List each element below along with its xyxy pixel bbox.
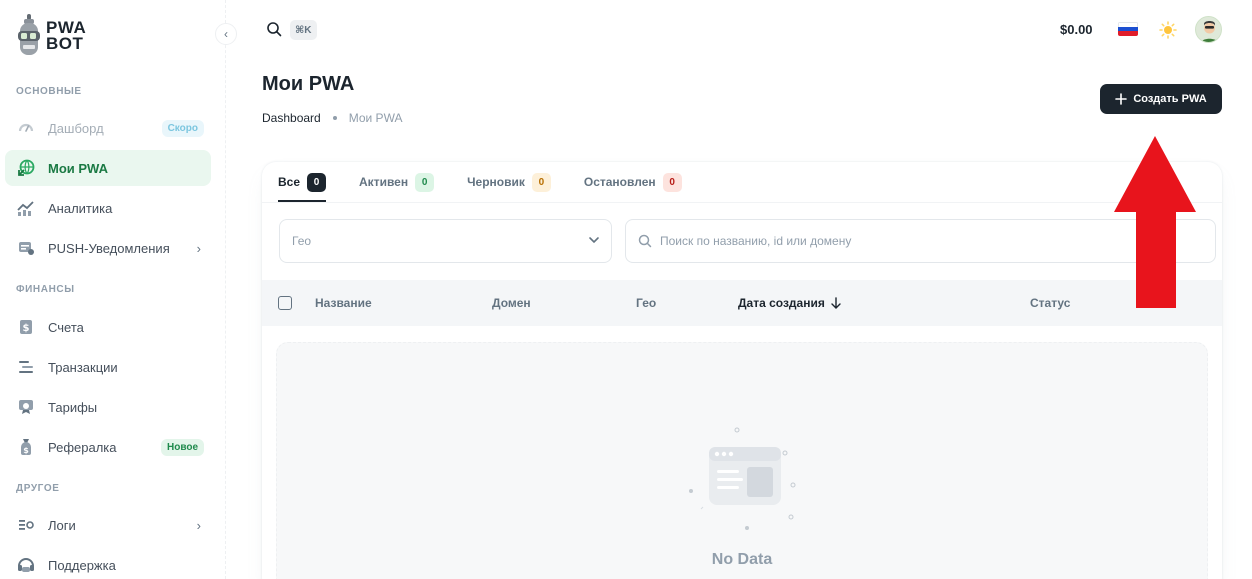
page-title: Мои PWA	[262, 73, 355, 95]
tab-count: 0	[531, 172, 551, 192]
search-shortcut-badge[interactable]: ⌘K	[290, 20, 317, 40]
sidebar-item-logs[interactable]: Логи ›	[5, 507, 211, 543]
sidebar-item-invoices[interactable]: $ Счета	[5, 309, 211, 345]
sidebar-item-referral[interactable]: $ Рефералка Новое	[5, 429, 211, 465]
brand-name: PWA BOT	[46, 19, 86, 53]
create-pwa-button[interactable]: Создать PWA	[1100, 84, 1222, 114]
section-title-finance: ФИНАНСЫ	[16, 284, 75, 295]
search-placeholder: Поиск по названию, id или домену	[660, 234, 852, 248]
geo-select[interactable]: Гео	[279, 219, 612, 263]
tab-label: Остановлен	[583, 175, 656, 189]
sidebar-item-label: Счета	[48, 319, 84, 335]
notification-icon	[17, 239, 35, 257]
sidebar-item-support[interactable]: Поддержка	[5, 547, 211, 579]
sidebar-item-label: Тарифы	[48, 399, 98, 415]
breadcrumb-dashboard[interactable]: Dashboard	[262, 111, 321, 125]
sidebar-item-tariffs[interactable]: Тарифы	[5, 389, 211, 425]
invoice-icon: $	[17, 318, 35, 336]
chevron-down-icon	[589, 237, 599, 244]
referral-icon: $	[17, 438, 35, 456]
chevron-left-icon: ‹	[224, 27, 228, 41]
pwa-list-card: Все 0 Активен 0 Черновик 0 Остановлен 0 …	[262, 162, 1222, 579]
sidebar-item-label: Мои PWA	[48, 160, 108, 176]
sun-icon[interactable]	[1159, 21, 1177, 44]
breadcrumb-separator	[332, 116, 337, 120]
balance-amount[interactable]: $0.00	[1060, 22, 1093, 37]
sidebar-item-label: Аналитика	[48, 200, 113, 216]
support-icon	[17, 556, 35, 574]
sidebar-item-label: PUSH-Уведомления	[48, 240, 170, 256]
column-created-date[interactable]: Дата создания	[738, 296, 842, 310]
empty-content-icon	[689, 427, 796, 530]
new-badge: Новое	[160, 438, 204, 456]
sidebar-item-transactions[interactable]: Транзакции	[5, 349, 211, 385]
sidebar-item-push[interactable]: PUSH-Уведомления ›	[5, 230, 211, 266]
status-tabs: Все 0 Активен 0 Черновик 0 Остановлен 0	[278, 162, 682, 202]
column-domain[interactable]: Домен	[492, 296, 531, 310]
section-title-other: ДРУГОЕ	[16, 483, 60, 494]
gauge-icon	[17, 119, 35, 137]
chevron-right-icon: ›	[196, 240, 201, 256]
ru-flag-icon[interactable]	[1118, 22, 1138, 36]
collapse-sidebar-button[interactable]: ‹	[215, 23, 237, 45]
tariffs-icon	[17, 398, 35, 416]
tab-label: Все	[278, 175, 301, 189]
search-icon	[638, 234, 652, 248]
tab-label: Черновик	[467, 175, 525, 189]
sidebar-item-label: Транзакции	[48, 359, 118, 375]
analytics-icon	[17, 199, 35, 217]
column-geo[interactable]: Гео	[636, 296, 656, 310]
svg-text:$: $	[23, 446, 29, 455]
brand-line-2: BOT	[46, 34, 84, 53]
soon-badge: Скоро	[161, 119, 204, 137]
tab-active[interactable]: Активен 0	[359, 162, 435, 202]
breadcrumb: Dashboard Мои PWA	[262, 111, 402, 125]
column-created-date-label: Дата создания	[738, 296, 825, 310]
sidebar-item-my-pwa[interactable]: Мои PWA	[5, 150, 211, 186]
create-pwa-label: Создать PWA	[1133, 93, 1207, 105]
breadcrumb-current: Мои PWA	[348, 111, 403, 125]
transactions-icon	[17, 358, 35, 376]
globe-app-icon	[17, 159, 35, 177]
section-title-main: ОСНОВНЫЕ	[16, 86, 82, 97]
annotation-arrow-icon	[1114, 136, 1196, 308]
robot-logo-icon	[18, 14, 40, 55]
logs-icon	[17, 516, 35, 534]
sidebar-item-analytics[interactable]: Аналитика	[5, 190, 211, 226]
plus-icon	[1115, 93, 1128, 105]
search-icon[interactable]	[266, 21, 282, 42]
column-name[interactable]: Название	[315, 296, 372, 310]
brand-logo[interactable]: PWA BOT	[16, 14, 86, 58]
chevron-right-icon: ›	[196, 517, 201, 533]
tab-draft[interactable]: Черновик 0	[467, 162, 551, 202]
svg-text:$: $	[23, 323, 30, 334]
sidebar-item-label: Дашборд	[48, 120, 104, 136]
table-header: Название Домен Гео Дата создания Статус	[262, 280, 1222, 326]
sidebar-item-dashboard[interactable]: Дашборд Скоро	[5, 110, 211, 146]
empty-state: No Data	[276, 342, 1208, 579]
no-data-text: No Data	[711, 551, 773, 568]
sidebar: PWA BOT ОСНОВНЫЕ Дашборд Скоро Мои PWA А…	[0, 0, 226, 579]
geo-select-placeholder: Гео	[292, 234, 312, 248]
tab-count: 0	[415, 172, 435, 192]
arrow-down-icon	[831, 297, 841, 309]
column-status[interactable]: Статус	[1030, 296, 1070, 310]
tabs-divider	[262, 202, 1222, 203]
sidebar-item-label: Поддержка	[48, 557, 116, 573]
tab-count: 0	[307, 172, 327, 192]
sidebar-item-label: Логи	[48, 517, 76, 533]
tab-count: 0	[662, 172, 682, 192]
tab-stopped[interactable]: Остановлен 0	[584, 162, 682, 202]
avatar[interactable]	[1195, 16, 1222, 43]
select-all-checkbox[interactable]	[278, 296, 292, 310]
tab-all[interactable]: Все 0	[278, 162, 327, 202]
sidebar-item-label: Рефералка	[48, 439, 117, 455]
tab-label: Активен	[359, 175, 409, 189]
